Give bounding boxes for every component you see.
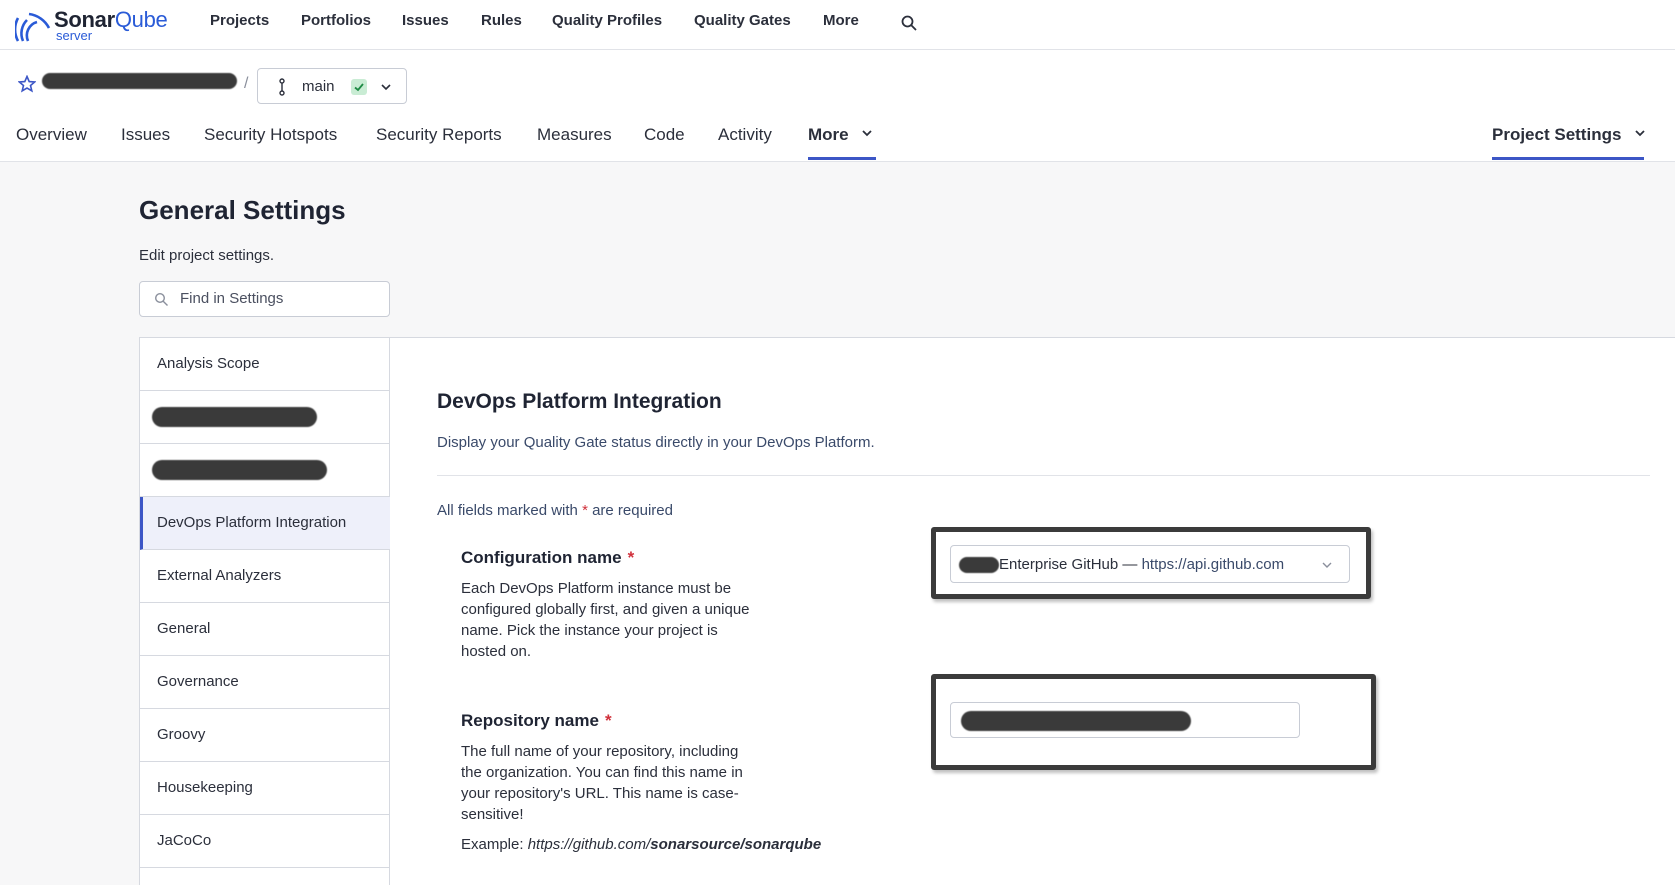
- branch-icon: [279, 78, 285, 96]
- tab-activity[interactable]: Activity: [718, 125, 772, 145]
- repo-name-label: Repository name *: [461, 711, 612, 730]
- brand-subtitle: server: [56, 28, 93, 43]
- category-governance[interactable]: Governance: [140, 656, 390, 709]
- category-redacted-1[interactable]: [140, 391, 390, 444]
- config-name-select[interactable]: Enterprise GitHub — https://api.github.c…: [950, 545, 1350, 583]
- search-icon[interactable]: [900, 14, 918, 32]
- chevron-down-icon: [862, 130, 872, 137]
- tab-project-settings[interactable]: Project Settings: [1492, 125, 1646, 145]
- category-label: Housekeeping: [157, 779, 253, 796]
- branch-name: main: [302, 78, 335, 95]
- repo-name-help: The full name of your repository, includ…: [461, 743, 743, 823]
- tab-overview[interactable]: Overview: [16, 125, 87, 145]
- category-analysis-scope[interactable]: Analysis Scope: [140, 338, 390, 391]
- section-title: DevOps Platform Integration: [437, 390, 722, 413]
- category-label: Groovy: [157, 726, 206, 743]
- category-label: Analysis Scope: [157, 355, 260, 372]
- nav-quality-profiles[interactable]: Quality Profiles: [552, 12, 662, 29]
- page-subtitle: Edit project settings.: [139, 247, 275, 264]
- category-housekeeping[interactable]: Housekeeping: [140, 762, 390, 815]
- category-groovy[interactable]: Groovy: [140, 709, 390, 762]
- category-label: External Analyzers: [157, 567, 282, 584]
- config-name-selected-value: Enterprise GitHub — https://api.github.c…: [999, 556, 1285, 573]
- category-label: General: [157, 620, 211, 637]
- search-icon: [154, 292, 168, 306]
- tab-project-settings-active-indicator: [1492, 157, 1644, 160]
- tab-code[interactable]: Code: [644, 125, 685, 145]
- config-name-help: Each DevOps Platform instance must be co…: [461, 580, 750, 660]
- repo-name-input[interactable]: [950, 702, 1300, 738]
- category-label: DevOps Platform Integration: [157, 514, 347, 531]
- nav-issues[interactable]: Issues: [402, 12, 449, 29]
- category-external-analyzers[interactable]: External Analyzers: [140, 550, 390, 603]
- nav-portfolios[interactable]: Portfolios: [301, 12, 371, 29]
- branch-selector[interactable]: main: [257, 68, 407, 104]
- nav-rules[interactable]: Rules: [481, 12, 522, 29]
- star-icon[interactable]: [18, 75, 36, 93]
- settings-category-list: Analysis Scope DevOps Platform Integrati…: [140, 338, 390, 885]
- redacted-config-prefix: [959, 557, 999, 573]
- required-fields-note: All fields marked with * are required: [437, 502, 673, 519]
- page-title: General Settings: [139, 195, 346, 225]
- category-general[interactable]: General: [140, 603, 390, 656]
- redacted-category-label: [152, 460, 327, 480]
- redacted-project-name[interactable]: [42, 73, 237, 89]
- settings-panel: Analysis Scope DevOps Platform Integrati…: [139, 337, 1675, 885]
- global-navbar: SonarQube server Projects Portfolios Iss…: [0, 0, 1675, 50]
- sonar-waves-icon: [15, 12, 51, 42]
- category-label: Governance: [157, 673, 239, 690]
- sonarqube-logo[interactable]: SonarQube server: [15, 6, 175, 43]
- redacted-repo-name: [961, 711, 1191, 731]
- tab-more[interactable]: More: [808, 125, 873, 145]
- chevron-down-icon: [1635, 130, 1645, 137]
- settings-search-input[interactable]: [180, 290, 380, 307]
- tab-security-reports[interactable]: Security Reports: [376, 125, 502, 145]
- category-devops-platform-integration[interactable]: DevOps Platform Integration: [140, 497, 390, 550]
- category-label: JaCoCo: [157, 832, 212, 849]
- tab-security-hotspots[interactable]: Security Hotspots: [204, 125, 337, 145]
- category-jacoco[interactable]: JaCoCo: [140, 815, 390, 868]
- settings-search[interactable]: [139, 281, 390, 317]
- tab-more-active-indicator: [808, 157, 876, 160]
- tab-measures[interactable]: Measures: [537, 125, 612, 145]
- breadcrumb-separator: /: [244, 75, 249, 92]
- tab-issues[interactable]: Issues: [121, 125, 170, 145]
- project-header: / main Overview Issues Security Hotspots…: [0, 50, 1675, 162]
- nav-more[interactable]: More: [823, 12, 859, 29]
- repo-name-example: Example: https://github.com/sonarsource/…: [461, 836, 822, 853]
- section-divider: [437, 475, 1650, 476]
- chevron-down-icon: [1322, 562, 1332, 568]
- quality-gate-passed-icon: [351, 79, 367, 95]
- nav-projects[interactable]: Projects: [210, 12, 269, 29]
- chevron-down-icon: [381, 84, 391, 91]
- config-name-label: Configuration name *: [461, 548, 635, 567]
- settings-content: DevOps Platform Integration Display your…: [391, 338, 1675, 885]
- section-description: Display your Quality Gate status directl…: [437, 434, 875, 451]
- category-redacted-2[interactable]: [140, 444, 390, 497]
- redacted-category-label: [152, 407, 317, 427]
- nav-quality-gates[interactable]: Quality Gates: [694, 12, 791, 29]
